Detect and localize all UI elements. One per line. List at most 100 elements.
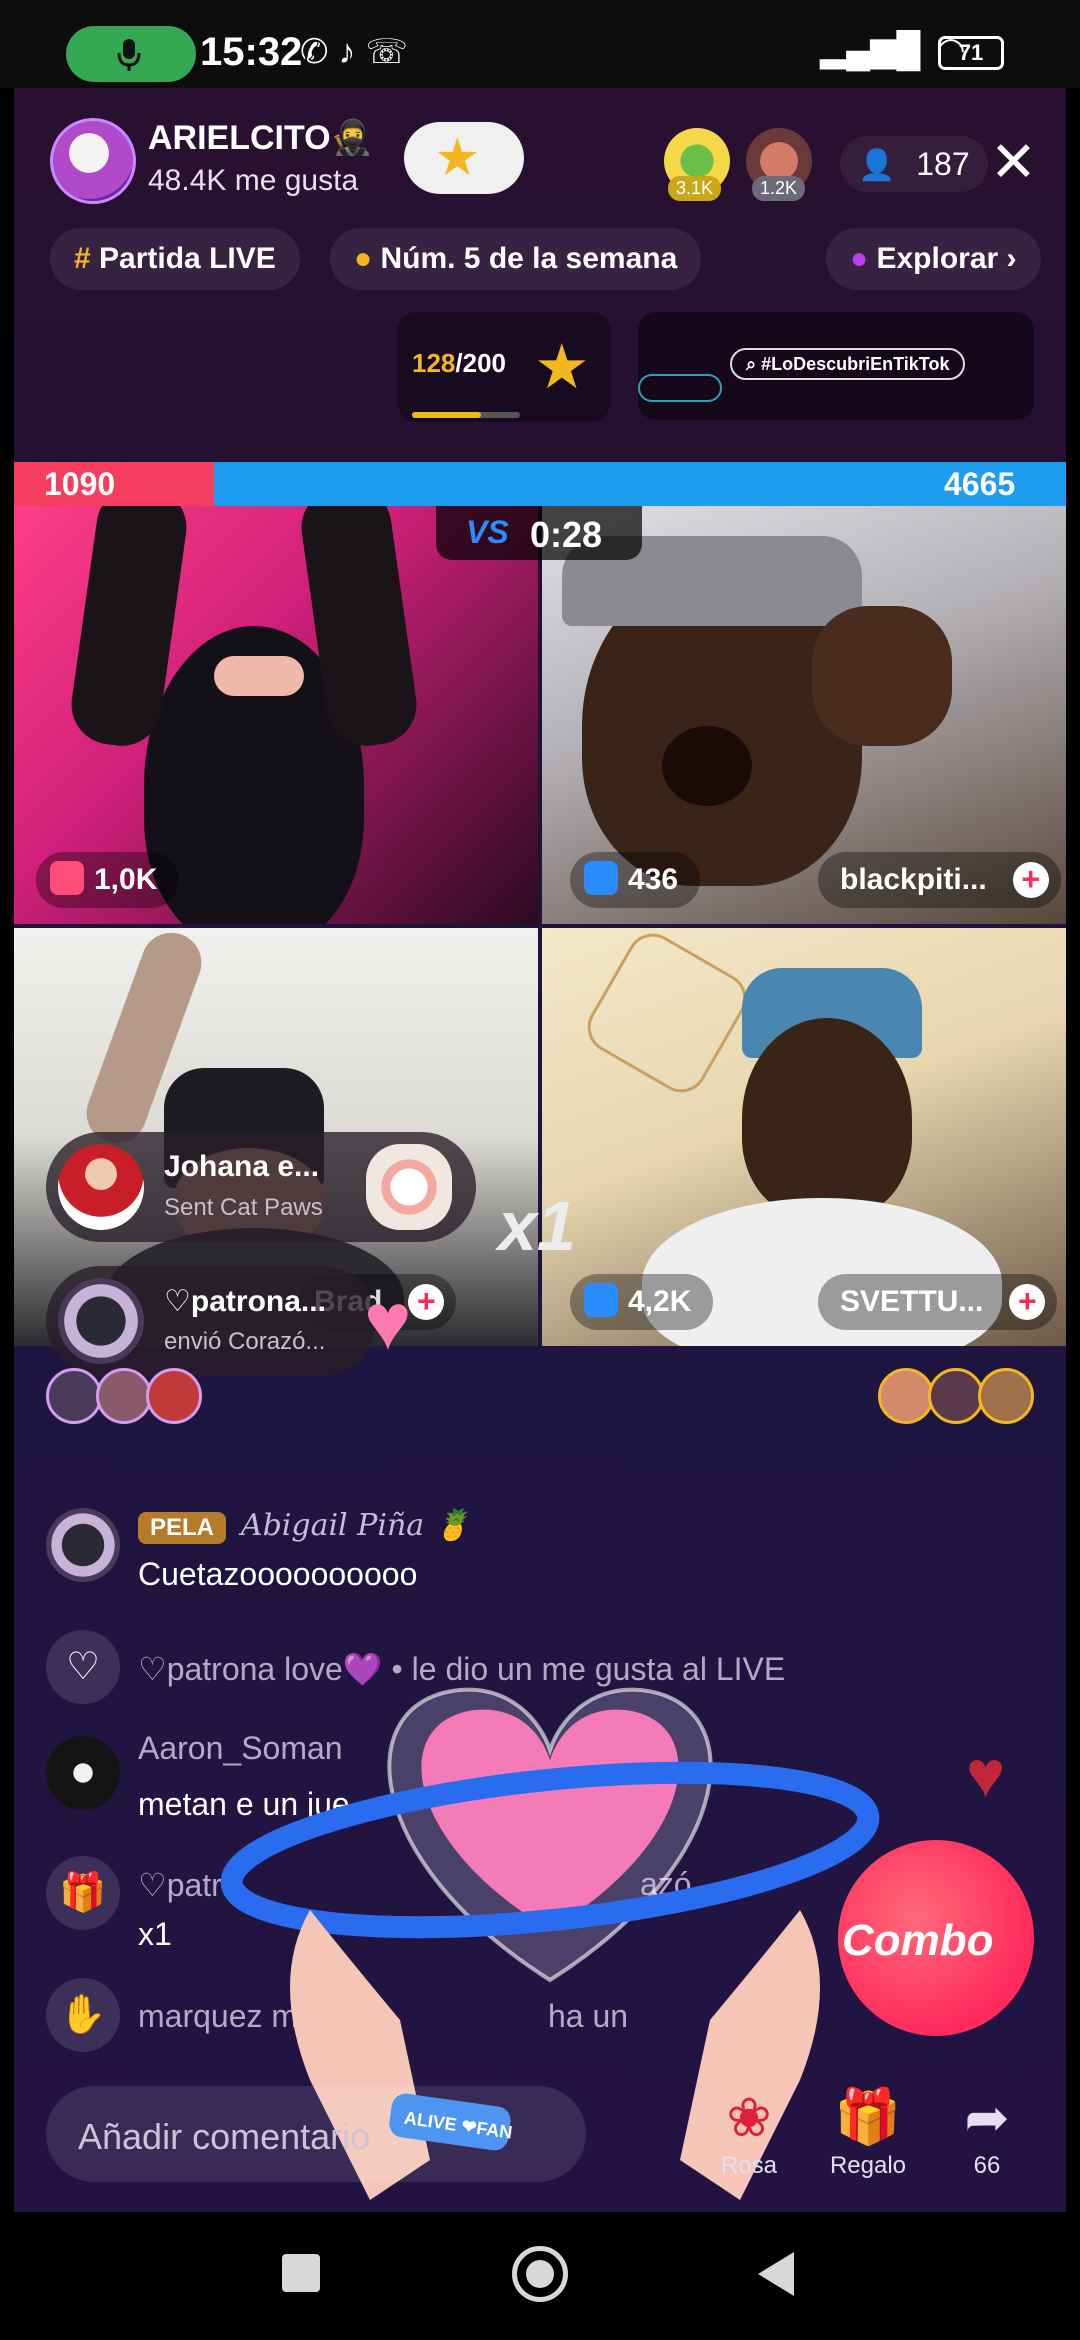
combo-label: Combo [842,1916,994,1965]
rose-label: Rosa [720,2152,778,2179]
follow-plus-icon[interactable]: + [1009,1284,1046,1320]
explore-label: Explorar [876,242,999,275]
gift-notification: ♡patrona... envió Corazó... [46,1266,376,1376]
weekly-rank-chip[interactable]: ● Núm. 5 de la semana [330,228,702,290]
top-viewer-badge: 3.1K [668,176,722,201]
camera-icon [584,861,618,896]
person-icon: 👤 [858,149,896,182]
camera-icon [584,1283,618,1318]
supporter-avatar[interactable] [878,1368,934,1424]
promo-hashtag[interactable]: ⌕ #LoDescubriEnTikTok [730,348,966,380]
viewer-count[interactable]: 👤 187 [840,136,988,192]
gift-sender-name: Johana e... [164,1150,320,1183]
viewer-count-value: 187 [916,146,970,182]
blue-team-score: 4665 [944,466,1016,502]
guest-4-name[interactable]: SVETTU... + [818,1274,1058,1330]
hashtag-icon: # [74,242,91,275]
battery-icon: 71 [938,36,1004,70]
blue-team-bar [214,462,1066,506]
star-icon: ★ [534,333,590,402]
guest-2-score: 436 [570,852,701,908]
gift-description: Sent Cat Paws [164,1194,323,1221]
host-likes: 48.4K me gusta [148,164,359,197]
microphone-indicator [66,26,196,82]
heart-gift-icon: ♥ [364,1277,412,1366]
vs-icon: VS [466,514,509,550]
goal-current: 128 [412,348,456,378]
microphone-icon [117,39,141,71]
guest-4-name-label: SVETTU... [840,1285,984,1318]
guest-4-score: 4,2K [570,1274,714,1330]
host-name[interactable]: ARIELCITO🥷 [148,118,373,158]
supporter-avatar[interactable] [46,1368,102,1424]
gift-multiplier: x1 [498,1187,576,1265]
gift-description: envió Corazó... [164,1328,326,1355]
promo-hashtag-label: #LoDescubriEnTikTok [761,354,950,374]
tiktok-icon: ♪ [338,33,366,71]
guest-2-name-label: blackpiti... [840,863,987,896]
top-viewer-badge: 1.2K [752,176,806,201]
promo-search-bar [638,374,722,402]
camera-icon [50,861,84,896]
live-match-label: Partida LIVE [99,242,276,275]
planet-icon: ● [850,242,869,275]
chevron-right-icon: › [1006,242,1017,275]
gift-box-icon: 🎁 [46,1856,120,1930]
signal-icon: ▂▄▆█ [820,31,921,69]
commenter-avatar[interactable] [46,1508,120,1582]
notification-icons: ✆♪☏ [300,32,418,72]
whatsapp-icon: ✆ [300,33,339,71]
back-button[interactable] [758,2252,794,2296]
flame-icon: ● [354,242,373,275]
follow-plus-icon[interactable]: + [408,1284,445,1320]
rose-button[interactable]: ❀ Rosa [712,2086,786,2180]
gift-label: Regalo [829,2152,907,2179]
goal-total: /200 [455,348,506,378]
battle-timer: VS 0:28 [436,506,642,560]
rose-icon: ❀ [726,2088,772,2148]
commenter-avatar[interactable] [46,1736,120,1810]
home-button[interactable] [512,2246,568,2302]
comment-placeholder: Añadir comentario [78,2116,371,2157]
supporter-avatar[interactable] [96,1368,152,1424]
comment-header: PELA Abigail Piña 🍍 [138,1506,471,1544]
live-match-chip[interactable]: # Partida LIVE [50,228,300,290]
like-heart-icon: ♥ [966,1737,1006,1811]
cat-paws-gift-icon [366,1144,452,1230]
wave-hand-icon: ✋ [46,1978,120,2052]
host-avatar[interactable] [50,118,136,204]
guest-1-score-value: 1,0K [94,863,158,896]
guest-2-score-value: 436 [628,863,679,896]
guest-4-score-value: 4,2K [628,1285,692,1318]
supporter-avatar[interactable] [928,1368,984,1424]
battle-timer-value: 0:28 [530,514,603,555]
gift-sender-name: ♡patrona... [164,1285,326,1318]
gift-icon: 🎁 [834,2087,902,2147]
comment-text: Cuetazoooooooooo [138,1556,418,1592]
supporter-avatar[interactable] [146,1368,202,1424]
heart-outline-icon: ♡ [46,1630,120,1704]
fan-badge: PELA [138,1512,227,1544]
goal-progress-text: 128/200 [412,348,506,379]
gift-button[interactable]: 🎁 Regalo [820,2086,916,2180]
share-icon: ➦ [964,2088,1010,2148]
red-team-score: 1090 [44,466,116,502]
supporter-avatar[interactable] [978,1368,1034,1424]
share-count: 66 [973,2152,1001,2179]
star-icon: ★ [434,129,481,187]
explore-chip[interactable]: ● Explorar › [826,228,1041,290]
guest-2-name[interactable]: blackpiti... + [818,852,1061,908]
favorite-button[interactable]: ★ [404,122,524,194]
goal-progress-bar [412,412,520,418]
commenter-name[interactable]: Abigail Piña 🍍 [241,1508,471,1543]
clock: 15:32 [200,30,303,74]
weekly-rank-label: Núm. 5 de la semana [380,242,678,275]
gift-notification: Johana e... Sent Cat Paws [46,1132,476,1242]
gift-event-count: x1 [138,1916,172,1952]
recents-button[interactable] [282,2254,320,2292]
gift-sender-avatar [58,1278,144,1364]
follow-plus-icon[interactable]: + [1012,862,1049,898]
share-button[interactable]: ➦ 66 [952,2086,1022,2180]
close-icon[interactable]: ✕ [990,134,1037,190]
goal-progress-fill [412,412,482,418]
